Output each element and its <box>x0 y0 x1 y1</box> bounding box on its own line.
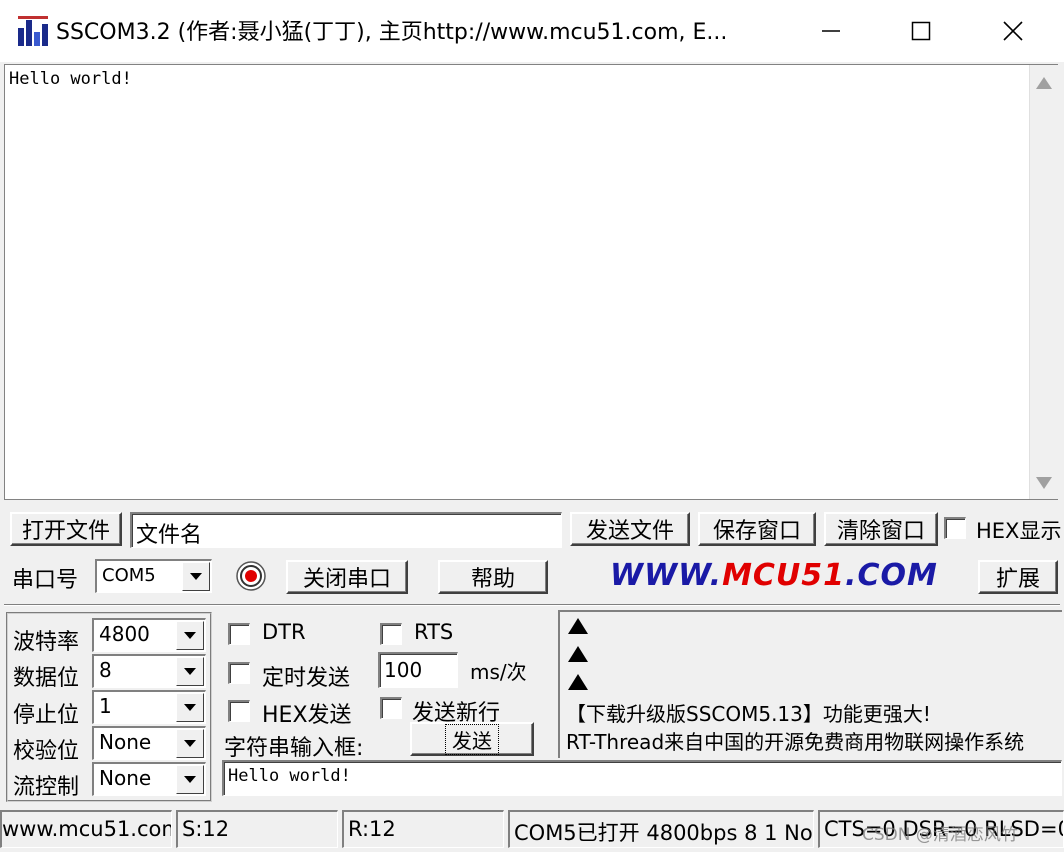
rts-label: RTS <box>414 620 454 644</box>
port-select[interactable]: COM5 <box>95 559 212 593</box>
flow-control-select[interactable]: None <box>92 762 206 796</box>
link-mcu: MCU51 <box>722 558 846 593</box>
chevron-down-icon <box>176 765 204 794</box>
arrow-up-icon <box>568 674 588 690</box>
send-file-button[interactable]: 发送文件 <box>570 512 690 546</box>
parity-label: 校验位 <box>13 739 80 764</box>
parity-select[interactable]: None <box>92 726 206 760</box>
port-value: COM5 <box>102 565 156 586</box>
baud-select[interactable]: 4800 <box>92 618 206 652</box>
port-label: 串口号 <box>12 568 79 593</box>
status-port-state-text: COM5已打开 4800bps 8 1 None None <box>514 821 813 845</box>
hex-send-label: HEX发送 <box>262 703 352 728</box>
filename-text: 文件名 <box>136 523 203 548</box>
vertical-scrollbar[interactable] <box>1029 65 1058 499</box>
status-received-text: R:12 <box>348 817 396 841</box>
save-window-button[interactable]: 保存窗口 <box>698 512 816 546</box>
app-icon <box>16 14 50 48</box>
filename-input[interactable]: 文件名 <box>130 512 562 548</box>
maximize-icon <box>911 21 931 41</box>
arrow-up-icon <box>568 646 588 662</box>
dtr-checkbox[interactable] <box>228 623 250 645</box>
mcu51-link[interactable]: WWW.MCU51.COM <box>610 558 938 593</box>
flow-control-label: 流控制 <box>13 775 80 800</box>
baud-label: 波特率 <box>13 630 80 655</box>
data-bits-select[interactable]: 8 <box>92 654 206 688</box>
arrow-up-icon <box>568 618 588 634</box>
string-input-label: 字符串输入框: <box>224 736 364 761</box>
scroll-down-icon[interactable] <box>1036 477 1052 489</box>
maximize-button[interactable] <box>898 10 944 52</box>
csdn-watermark: CSDN @清酒恋风竹 <box>862 825 1018 845</box>
window-title: SSCOM3.2 (作者:聂小猛(丁丁), 主页http://www.mcu51… <box>56 20 728 45</box>
interval-unit-label: ms/次 <box>470 660 527 684</box>
close-button[interactable] <box>990 10 1036 52</box>
parity-value: None <box>99 730 152 754</box>
open-file-button[interactable]: 打开文件 <box>10 512 122 546</box>
status-port-state: COM5已打开 4800bps 8 1 None None <box>508 810 814 848</box>
hex-display-checkbox[interactable] <box>944 517 966 539</box>
title-bar: SSCOM3.2 (作者:聂小猛(丁丁), 主页http://www.mcu51… <box>0 0 1064 62</box>
scroll-up-icon[interactable] <box>1036 77 1052 89</box>
send-button-label: 发送 <box>445 723 499 755</box>
status-sent-text: S:12 <box>182 817 230 841</box>
interval-value: 100 <box>384 658 423 682</box>
chevron-down-icon <box>176 729 204 758</box>
minimize-icon <box>822 30 840 32</box>
timed-send-checkbox[interactable] <box>228 662 250 684</box>
timed-send-label: 定时发送 <box>262 666 351 691</box>
chevron-down-icon <box>182 562 210 591</box>
receive-text: Hello world! <box>9 69 132 89</box>
expand-button[interactable]: 扩展 <box>978 560 1058 594</box>
stop-bits-label: 停止位 <box>13 703 80 728</box>
chevron-down-icon <box>176 621 204 650</box>
data-bits-label: 数据位 <box>13 666 80 691</box>
minimize-button[interactable] <box>808 10 854 52</box>
rt-thread-info-text[interactable]: RT-Thread来自中国的开源免费商用物联网操作系统 <box>566 726 1060 755</box>
send-newline-checkbox[interactable] <box>380 697 402 719</box>
link-www: WWW. <box>610 558 723 593</box>
flow-control-value: None <box>99 766 152 790</box>
status-sent: S:12 <box>176 810 338 848</box>
close-port-button[interactable]: 关闭串口 <box>286 560 408 594</box>
dtr-label: DTR <box>262 620 306 644</box>
close-icon <box>1003 21 1023 41</box>
hex-display-label: HEX显示 <box>976 519 1062 543</box>
link-com: .COM <box>845 558 938 593</box>
send-string-input[interactable]: Hello world! <box>222 760 1062 796</box>
clear-window-button[interactable]: 清除窗口 <box>824 512 938 546</box>
upgrade-info-text[interactable]: 【下载升级版SSCOM5.13】功能更强大! <box>566 698 931 727</box>
port-status-indicator-icon <box>236 561 266 591</box>
stop-bits-select[interactable]: 1 <box>92 690 206 724</box>
chevron-down-icon <box>176 657 204 686</box>
data-bits-value: 8 <box>99 658 112 682</box>
stop-bits-value: 1 <box>99 694 112 718</box>
help-button[interactable]: 帮助 <box>438 560 548 594</box>
rts-checkbox[interactable] <box>380 623 402 645</box>
info-panel: 【下载升级版SSCOM5.13】功能更强大! RT-Thread来自中国的开源免… <box>558 610 1062 758</box>
chevron-down-icon <box>176 693 204 722</box>
panel-divider <box>4 604 1060 606</box>
hex-send-checkbox[interactable] <box>228 700 250 722</box>
status-site: www.mcu51.com <box>0 810 172 848</box>
interval-input[interactable]: 100 <box>378 652 458 688</box>
status-site-text: www.mcu51.com <box>2 817 172 841</box>
status-received: R:12 <box>342 810 504 848</box>
receive-textarea[interactable]: Hello world! <box>4 64 1058 500</box>
send-button[interactable]: 发送 <box>410 722 534 756</box>
baud-value: 4800 <box>99 622 150 646</box>
send-string-value: Hello world! <box>228 766 351 786</box>
